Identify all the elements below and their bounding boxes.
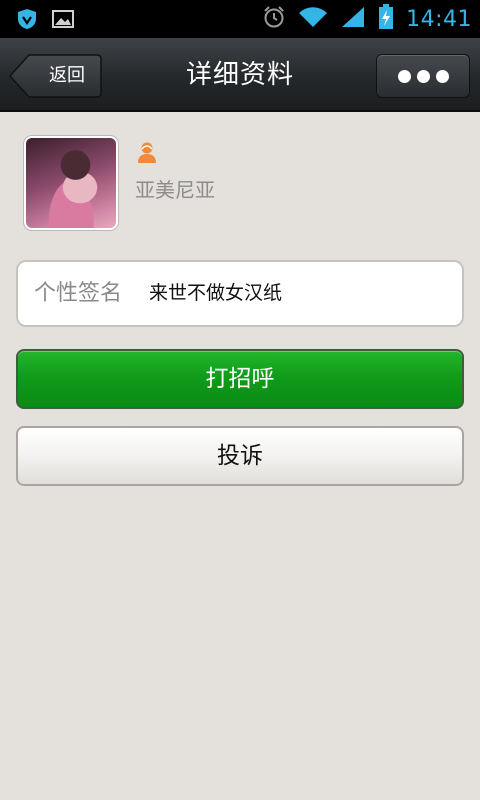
wifi-icon — [298, 5, 328, 33]
page-title: 详细资料 — [185, 60, 294, 90]
battery-charging-icon — [378, 4, 394, 34]
more-options-button[interactable] — [376, 54, 470, 98]
signal-icon — [340, 5, 366, 33]
image-notification-icon — [52, 8, 74, 34]
title-bar: 返回 详细资料 — [0, 38, 480, 112]
status-bar: 14:41 — [0, 0, 480, 38]
avatar[interactable] — [24, 136, 118, 230]
signature-label: 个性签名 — [34, 281, 123, 306]
signature-card: 个性签名 来世不做女汉纸 — [16, 260, 464, 327]
greet-button[interactable]: 打招呼 — [16, 349, 464, 409]
signature-value: 来世不做女汉纸 — [149, 282, 283, 304]
alarm-icon — [262, 5, 286, 33]
female-user-icon — [137, 140, 157, 164]
back-button[interactable]: 返回 — [9, 54, 102, 98]
username: 亚美尼亚 — [135, 178, 215, 202]
report-button[interactable]: 投诉 — [16, 426, 464, 486]
clock-time: 14:41 — [406, 6, 472, 32]
back-button-label: 返回 — [49, 65, 85, 86]
shield-notification-icon — [16, 8, 38, 34]
more-dots-icon — [397, 69, 411, 83]
